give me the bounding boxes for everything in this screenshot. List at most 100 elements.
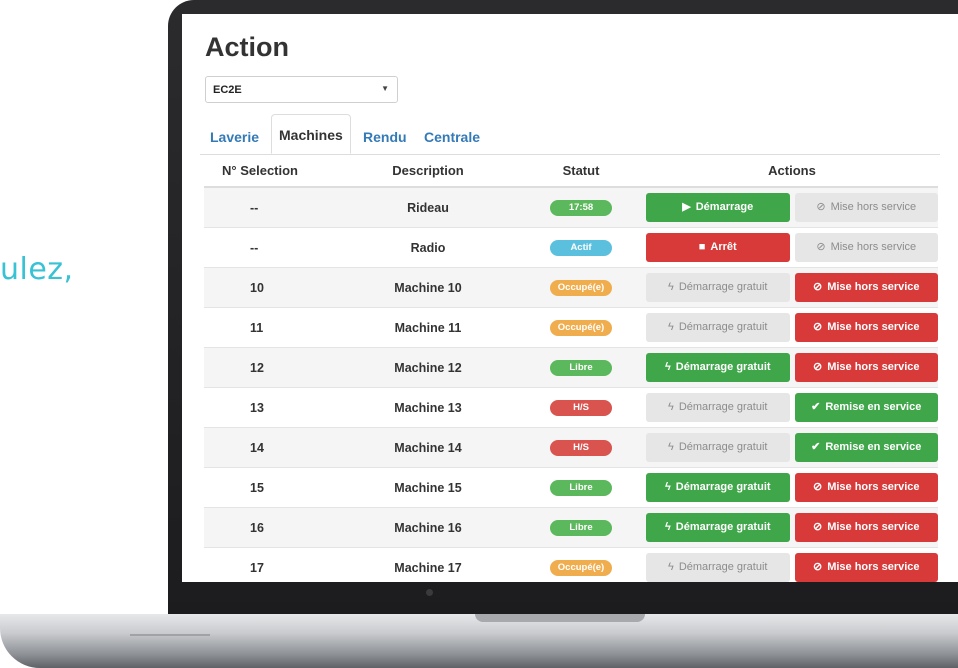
row-actions: ϟ Démarrage gratuit ⊘ Mise hors service [646, 513, 938, 542]
tab-centrale[interactable]: Centrale [424, 120, 480, 154]
selection-number: 14 [204, 427, 340, 468]
row-actions: ϟ Démarrage gratuit ⊘ Mise hors service [646, 353, 938, 382]
machine-description: Machine 12 [340, 347, 516, 388]
ban-icon: ⊘ [812, 481, 823, 493]
primary-action-button[interactable]: ϟ Démarrage gratuit [646, 473, 790, 502]
status-cell: Occupé(e) [516, 267, 646, 308]
status-cell: H/S [516, 427, 646, 468]
row-actions: ϟ Démarrage gratuit ⊘ Mise hors service [646, 473, 938, 502]
selection-number: 10 [204, 267, 340, 308]
header-selection: N° Selection [204, 154, 340, 188]
selection-number: 12 [204, 347, 340, 388]
primary-action-button[interactable]: ϟ Démarrage gratuit [646, 393, 790, 422]
laptop-camera [426, 589, 433, 596]
primary-action-label: Démarrage [695, 201, 754, 213]
actions-cell: ϟ Démarrage gratuit ⊘ Mise hors service [646, 347, 938, 388]
ban-icon: ⊘ [812, 561, 823, 573]
status-badge: Occupé(e) [550, 560, 612, 576]
primary-action-button[interactable]: ϟ Démarrage gratuit [646, 353, 790, 382]
service-action-button[interactable]: ⊘ Mise hors service [794, 513, 938, 542]
tab-rendu[interactable]: Rendu [363, 120, 407, 154]
primary-action-button[interactable]: ϟ Démarrage gratuit [646, 513, 790, 542]
bolt-icon: ϟ [668, 321, 674, 333]
service-action-label: Remise en service [825, 441, 922, 453]
service-action-label: Mise hors service [827, 361, 920, 373]
primary-action-label: Démarrage gratuit [675, 521, 771, 533]
service-action-label: Mise hors service [830, 241, 917, 253]
ban-icon: ⊘ [812, 521, 823, 533]
primary-action-label: Démarrage gratuit [675, 481, 771, 493]
status-cell: 17:58 [516, 186, 646, 228]
machine-description: Machine 11 [340, 307, 516, 348]
status-badge: 17:58 [550, 200, 612, 216]
primary-action-label: Arrêt [710, 241, 737, 253]
selection-number: 17 [204, 547, 340, 582]
service-action-button[interactable]: ⊘ Mise hors service [794, 353, 938, 382]
primary-action-button[interactable]: ϟ Démarrage gratuit [646, 553, 790, 582]
service-action-button[interactable]: ✔ Remise en service [794, 393, 938, 422]
table-row: 13 Machine 13 H/S ϟ Démarrage gratuit ✔ Remise… [204, 387, 938, 428]
table-row: 16 Machine 16 Libre ϟ Démarrage gratuit ⊘ Mise… [204, 507, 938, 548]
service-action-button[interactable]: ⊘ Mise hors service [794, 193, 938, 222]
service-action-button[interactable]: ✔ Remise en service [794, 433, 938, 462]
laptop-base-notch [475, 614, 645, 622]
status-cell: H/S [516, 387, 646, 428]
service-action-button[interactable]: ⊘ Mise hors service [794, 313, 938, 342]
table-row: 17 Machine 17 Occupé(e) ϟ Démarrage gratuit ⊘… [204, 547, 938, 582]
ban-icon: ⊘ [816, 201, 826, 213]
tab-laverie[interactable]: Laverie [210, 120, 259, 154]
selection-number: -- [204, 186, 340, 228]
machine-description: Machine 15 [340, 467, 516, 508]
ban-icon: ⊘ [812, 281, 823, 293]
site-select-value: EC2E [213, 83, 242, 96]
status-badge: Libre [550, 360, 612, 376]
actions-cell: ■ Arrêt ⊘ Mise hors service [646, 227, 938, 268]
service-action-label: Remise en service [825, 401, 922, 413]
primary-action-label: Démarrage gratuit [678, 321, 768, 333]
primary-action-button[interactable]: ϟ Démarrage gratuit [646, 313, 790, 342]
table-row: -- Rideau 17:58 ▶ Démarrage ⊘ Mise hors servic… [204, 186, 938, 228]
status-cell: Occupé(e) [516, 307, 646, 348]
tab-machines[interactable]: Machines [271, 114, 351, 154]
primary-action-button[interactable]: ▶ Démarrage [646, 193, 790, 222]
primary-action-label: Démarrage gratuit [678, 441, 768, 453]
primary-action-label: Démarrage gratuit [678, 561, 768, 573]
table-body: -- Rideau 17:58 ▶ Démarrage ⊘ Mise hors servic… [204, 186, 938, 582]
primary-action-button[interactable]: ϟ Démarrage gratuit [646, 433, 790, 462]
machine-description: Rideau [340, 186, 516, 228]
service-action-button[interactable]: ⊘ Mise hors service [794, 473, 938, 502]
ban-icon: ⊘ [816, 241, 826, 253]
actions-cell: ϟ Démarrage gratuit ✔ Remise en service [646, 387, 938, 428]
actions-cell: ϟ Démarrage gratuit ⊘ Mise hors service [646, 467, 938, 508]
actions-cell: ϟ Démarrage gratuit ⊘ Mise hors service [646, 267, 938, 308]
status-badge: H/S [550, 400, 612, 416]
app-screen: Action EC2E ▼ Laverie Machines Rendu Cen… [182, 14, 958, 582]
service-action-button[interactable]: ⊘ Mise hors service [794, 273, 938, 302]
primary-action-button[interactable]: ϟ Démarrage gratuit [646, 273, 790, 302]
row-actions: ϟ Démarrage gratuit ✔ Remise en service [646, 433, 938, 462]
bolt-icon: ϟ [664, 521, 671, 533]
machine-description: Machine 10 [340, 267, 516, 308]
machine-description: Machine 14 [340, 427, 516, 468]
service-action-label: Mise hors service [830, 201, 917, 213]
service-action-button[interactable]: ⊘ Mise hors service [794, 553, 938, 582]
status-cell: Occupé(e) [516, 547, 646, 582]
service-action-label: Mise hors service [827, 281, 920, 293]
status-cell: Libre [516, 347, 646, 388]
stop-icon: ■ [698, 241, 706, 253]
marketing-text-fragment: ulez, [0, 252, 74, 287]
table-row: 11 Machine 11 Occupé(e) ϟ Démarrage gratuit ⊘… [204, 307, 938, 348]
bolt-icon: ϟ [668, 281, 674, 293]
status-badge: Actif [550, 240, 612, 256]
check-icon: ✔ [811, 441, 821, 453]
site-select[interactable]: EC2E ▼ [205, 76, 398, 103]
status-badge: Occupé(e) [550, 320, 612, 336]
base-highlight [130, 634, 210, 636]
table-row: 12 Machine 12 Libre ϟ Démarrage gratuit ⊘ Mise… [204, 347, 938, 388]
service-action-label: Mise hors service [827, 321, 920, 333]
check-icon: ✔ [811, 401, 821, 413]
primary-action-button[interactable]: ■ Arrêt [646, 233, 790, 262]
actions-cell: ϟ Démarrage gratuit ⊘ Mise hors service [646, 547, 938, 582]
service-action-button[interactable]: ⊘ Mise hors service [794, 233, 938, 262]
page-title: Action [205, 32, 289, 62]
